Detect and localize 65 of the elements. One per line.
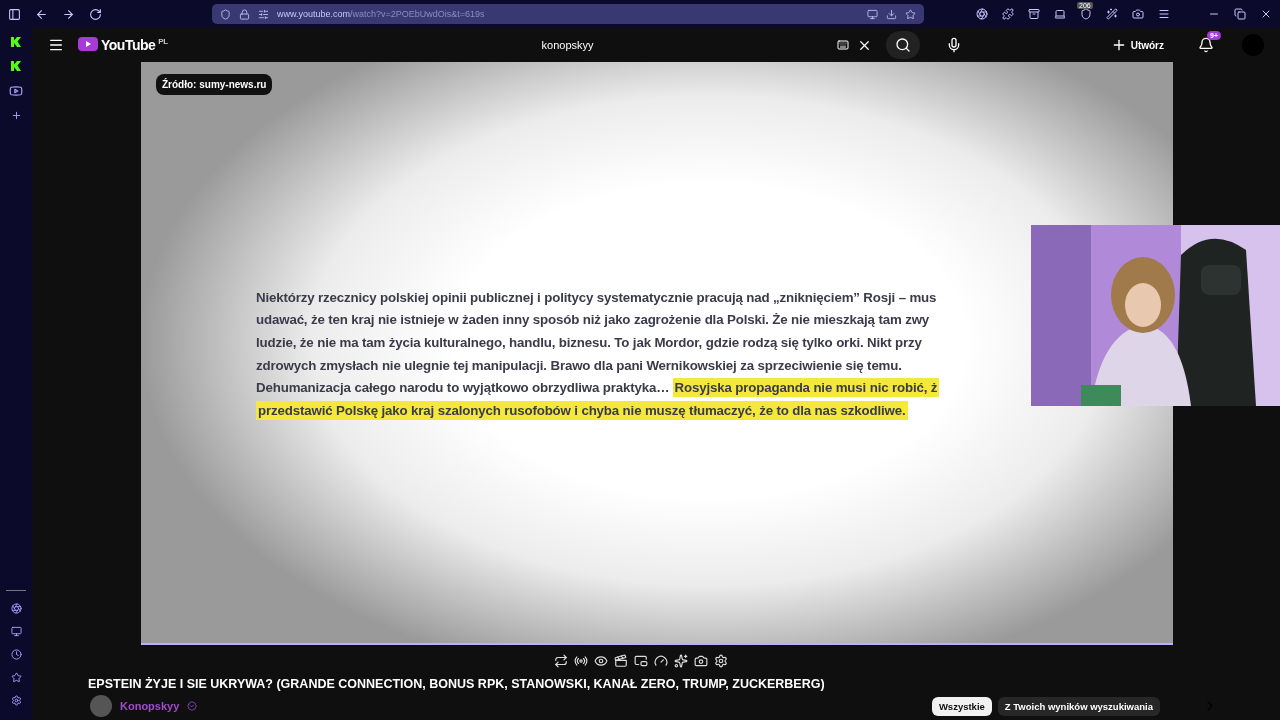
keyboard-icon[interactable] [836,39,849,51]
picture-in-picture-icon[interactable] [634,654,648,668]
article-text: ludzie, że nie ma tam życia kulturalnego, handlu, biznesu. To jak Mordor, gdzie rodzą się tylko orki. Nikt przy [256,334,922,350]
add-icon[interactable] [10,110,22,121]
settings-icon[interactable] [714,654,728,668]
search-button[interactable] [885,31,920,59]
play-logo-icon [78,37,98,51]
star-icon[interactable] [10,672,22,683]
archive-icon[interactable] [1028,8,1040,20]
region-label: PL [158,37,168,46]
article-text: udawać, że ten kraj nie istnieje w żaden inny sposób niż jako zagrożenie dla Polski. Że nie mieszkają tam zwy [256,312,930,328]
download-icon[interactable] [886,8,897,20]
history-icon[interactable] [10,649,22,660]
create-button[interactable]: Utwórz [1104,36,1170,54]
highlighted-text: przedstawić Polskę jako kraj szalonych rusofobów i chyba nie muszę tłumaczyć, że to dla nas szkodliwe. [256,400,908,420]
screenshot-icon[interactable] [694,654,708,668]
search-field[interactable]: konopskyy [539,38,829,52]
wand-icon[interactable] [1106,8,1118,20]
address-bar[interactable]: www.youtube.com/watch?v=2POEbUwdOis&t=619s [212,4,924,24]
k-logo-icon[interactable] [10,60,22,72]
channel-avatar[interactable] [90,695,112,717]
broadcast-icon[interactable] [574,654,588,668]
shield-extension-icon[interactable] [1080,8,1092,20]
sparkle-icon[interactable] [674,654,688,668]
menu-icon[interactable] [1158,8,1170,20]
filter-chip[interactable]: Wszystkie [931,696,992,716]
monitor-icon[interactable] [10,626,22,637]
close-icon[interactable] [1260,8,1272,20]
url-text: www.youtube.com/watch?v=2POEbUwdOis&t=619s [277,9,486,19]
shield-icon[interactable] [220,8,231,20]
extension-icon[interactable] [976,8,988,20]
speed-icon[interactable] [654,654,668,668]
article-text: zdrowych zmysłach nie ulegnie tej manipulacji. Brawo dla pani Wernikowskiej za sprzeciwienie się temu. [256,357,902,373]
bell-icon[interactable] [1198,37,1214,53]
search-icon [894,37,911,53]
play-icon[interactable] [9,84,23,98]
verified-icon [187,701,198,711]
logo-text[interactable]: YouTube [101,37,156,53]
loop-icon[interactable] [554,654,568,668]
source-badge: Źródło: sumy-news.ru [156,74,273,95]
back-icon[interactable] [35,7,48,21]
laptop-icon[interactable] [1054,8,1066,20]
channel-name[interactable]: Konopskyy [120,700,180,712]
settings-icon[interactable] [10,695,22,706]
k-logo-icon[interactable] [10,36,22,48]
video-title: EPSTEIN ŻYJE I SIE UKRYWA? (GRANDE CONNECTION, BONUS RPK, STANOWSKI, KANAŁ ZERO, TRUMP, ZUCKERBERG) [87,677,826,693]
lock-icon[interactable] [239,8,250,20]
permissions-icon[interactable] [258,8,269,20]
eye-icon[interactable] [594,654,608,668]
filter-chip[interactable]: Z Twoich wyników wyszukiwania [997,696,1160,716]
reload-icon[interactable] [89,7,102,21]
aperture-icon[interactable] [10,603,22,614]
article-text: Niektórzy rzecznicy polskiej opinii publicznej i politycy systematycznie pracują nad „zniknięciem” Rosji – mus [256,289,937,305]
forward-icon[interactable] [62,7,75,21]
bookmark-icon[interactable] [905,8,916,20]
restore-icon[interactable] [1234,8,1246,20]
highlighted-text: Rosyjska propaganda nie musi nic robić, ż [672,378,940,398]
puzzle-icon[interactable] [1002,8,1014,20]
sidebar-icon[interactable] [8,7,21,21]
clapperboard-icon[interactable] [614,654,628,668]
camera-icon[interactable] [1132,8,1144,20]
screen-icon[interactable] [867,8,878,20]
article-text: Dehumanizacja całego narodu to wyjątkowo obrzydliwa praktyka… [256,380,670,396]
menu-icon[interactable] [48,37,64,53]
video-player[interactable] [141,62,1173,645]
